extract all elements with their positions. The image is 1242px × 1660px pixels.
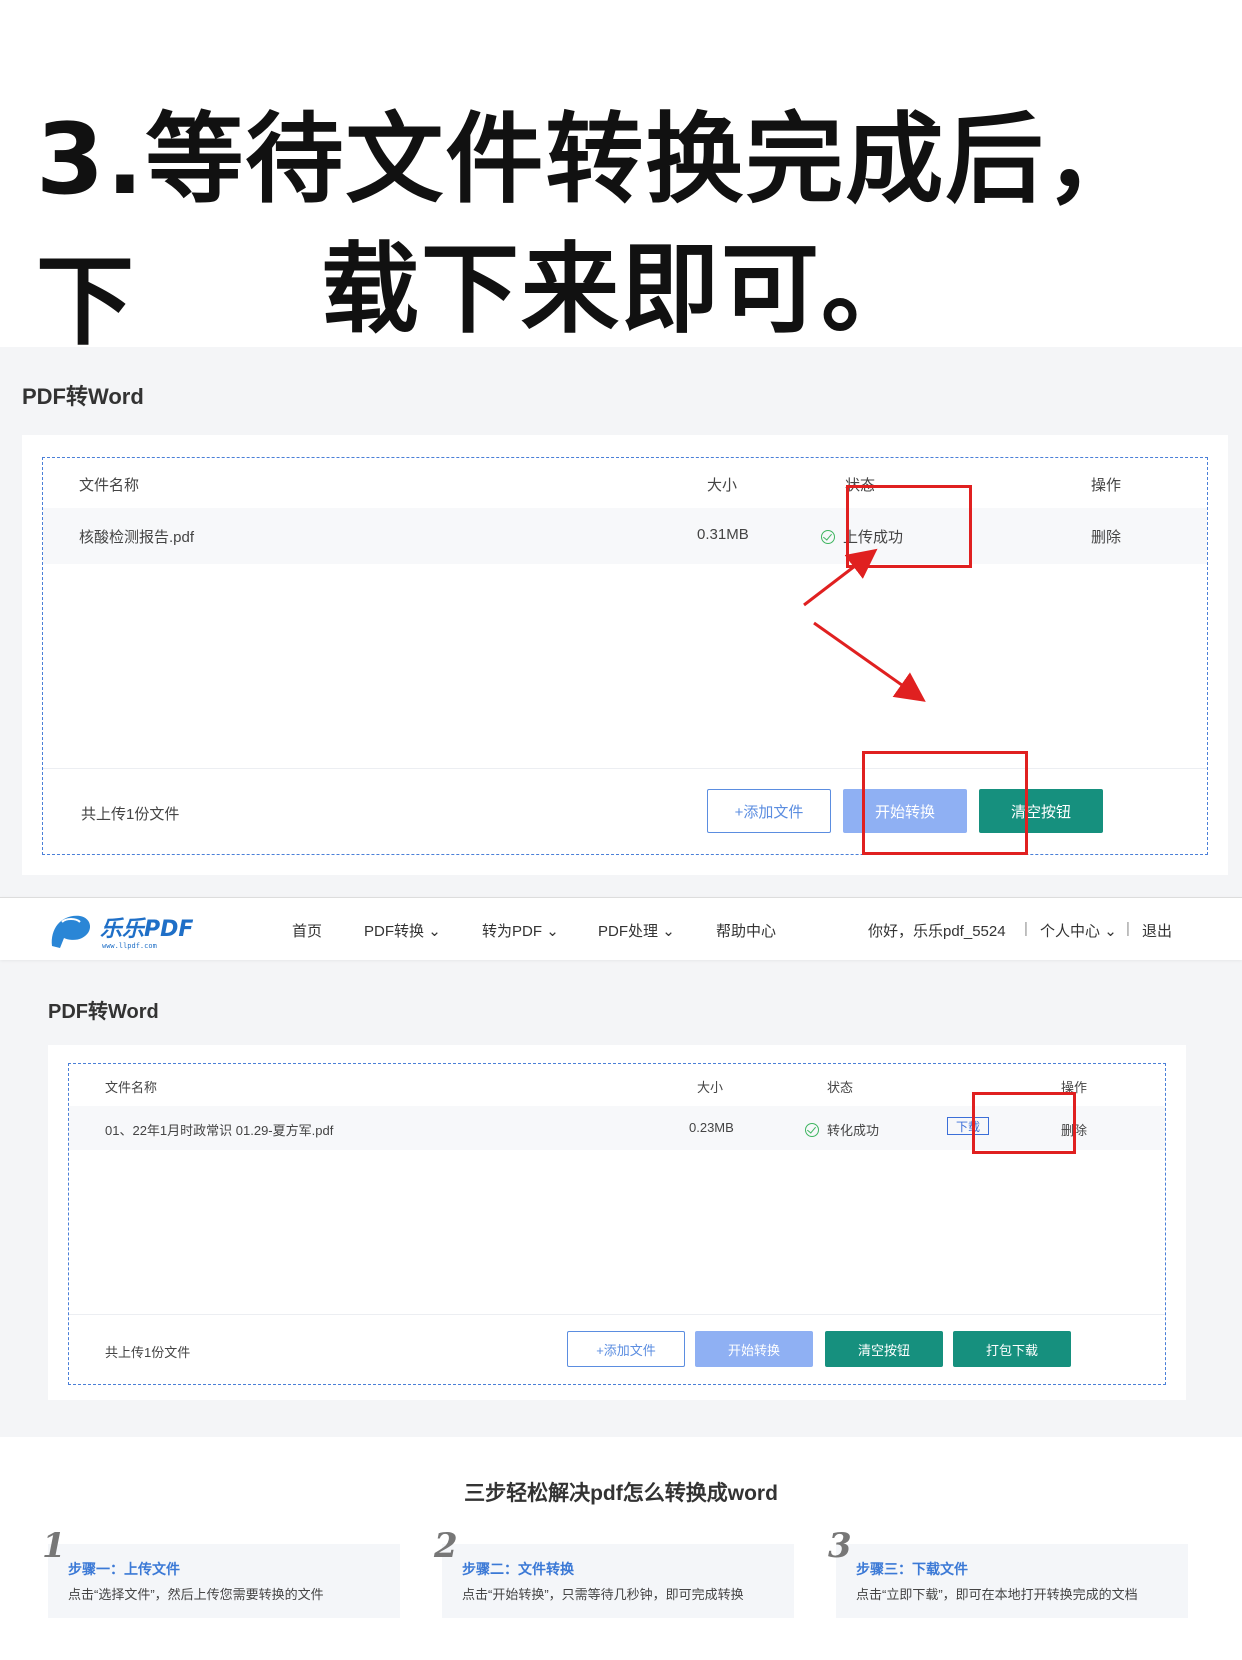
panel-footer: 共上传1份文件 +添加文件 开始转换 清空按钮 — [43, 768, 1207, 854]
site-logo[interactable]: 乐乐PDF www.llpdf.com — [48, 910, 198, 950]
panel-footer: 共上传1份文件 +添加文件 开始转换 清空按钮 打包下载 — [69, 1314, 1165, 1384]
step-card-1: 步骤一：上传文件 点击“选择文件”，然后上传您需要转换的文件 — [48, 1544, 400, 1618]
annotation-download-box — [972, 1092, 1076, 1154]
nav-help[interactable]: 帮助中心 — [716, 920, 776, 941]
logout-link[interactable]: 退出 — [1142, 920, 1172, 941]
step-heading: 步骤二：文件转换 — [462, 1561, 574, 1577]
annotation-start-box — [862, 751, 1028, 855]
column-status: 状态 — [827, 1080, 854, 1095]
file-dropzone[interactable]: 文件名称 大小 状态 操作 核酸检测报告.pdf 0.31MB 上传成功 删除 … — [42, 457, 1208, 855]
table-row: 核酸检测报告.pdf 0.31MB 上传成功 删除 — [43, 508, 1207, 564]
add-file-button[interactable]: +添加文件 — [567, 1331, 685, 1367]
svg-text:www.llpdf.com: www.llpdf.com — [102, 942, 157, 950]
delete-link[interactable]: 删除 — [1091, 526, 1121, 547]
step-heading: 步骤一：上传文件 — [68, 1561, 180, 1577]
page-title: PDF转Word — [22, 384, 144, 409]
chevron-down-icon: ⌄ — [662, 923, 675, 940]
file-name: 核酸检测报告.pdf — [79, 529, 195, 546]
check-circle-icon — [805, 1123, 819, 1137]
nav-divider: | — [1024, 920, 1028, 937]
step-number: 3 — [828, 1526, 852, 1566]
column-size: 大小 — [697, 1080, 724, 1095]
annotation-arrows — [803, 548, 926, 702]
table-header: 文件名称 大小 状态 操作 — [43, 458, 1207, 508]
file-size: 0.31MB — [697, 526, 749, 543]
chevron-down-icon: ⌄ — [1104, 923, 1117, 940]
user-center-menu[interactable]: 个人中心 ⌄ — [1040, 920, 1117, 941]
nav-home[interactable]: 首页 — [292, 920, 322, 941]
headline-line-2: 载下来即可。 — [320, 233, 921, 347]
steps-title: 三步轻松解决pdf怎么转换成word — [464, 1482, 778, 1505]
step-description: 点击“选择文件”，然后上传您需要转换的文件 — [68, 1587, 324, 1602]
svg-text:乐乐PDF: 乐乐PDF — [100, 917, 193, 942]
upload-count: 共上传1份文件 — [105, 1345, 191, 1360]
file-size: 0.23MB — [689, 1120, 734, 1135]
status-badge: 转化成功 — [805, 1120, 879, 1139]
page-title: PDF转Word — [48, 1001, 159, 1023]
step-card-2: 步骤二：文件转换 点击“开始转换”，只需等待几秒钟，即可完成转换 — [442, 1544, 794, 1618]
nav-to-pdf[interactable]: 转为PDF ⌄ — [482, 920, 559, 941]
nav-pdf-convert[interactable]: PDF转换 ⌄ — [364, 920, 441, 941]
add-file-button[interactable]: +添加文件 — [707, 789, 831, 833]
screenshot-upload-panel: PDF转Word 文件名称 大小 状态 操作 核酸检测报告.pdf 0.31MB… — [0, 347, 1242, 897]
nav-pdf-process[interactable]: PDF处理 ⌄ — [598, 920, 675, 941]
upload-count: 共上传1份文件 — [81, 806, 180, 823]
upload-panel: 文件名称 大小 状态 操作 核酸检测报告.pdf 0.31MB 上传成功 删除 … — [22, 435, 1228, 875]
headline: 3.等待文件转换完成后，下 载下来即可。 — [0, 0, 1242, 359]
column-file-name: 文件名称 — [105, 1080, 158, 1095]
top-navbar: 乐乐PDF www.llpdf.com 首页 PDF转换 ⌄ 转为PDF ⌄ P… — [0, 897, 1242, 960]
nav-divider: | — [1126, 920, 1130, 937]
clear-button[interactable]: 清空按钮 — [825, 1331, 943, 1367]
steps-section: 三步轻松解决pdf怎么转换成word 步骤一：上传文件 点击“选择文件”，然后上… — [0, 1437, 1242, 1660]
chevron-down-icon: ⌄ — [428, 923, 441, 940]
step-number: 2 — [434, 1526, 458, 1566]
step-number: 1 — [42, 1526, 66, 1566]
column-file-name: 文件名称 — [79, 477, 140, 494]
start-convert-button[interactable]: 开始转换 — [695, 1331, 813, 1367]
step-heading: 步骤三：下载文件 — [856, 1561, 968, 1577]
user-greeting: 你好，乐乐pdf_5524 — [868, 923, 1006, 940]
step-description: 点击“立即下载”，即可在本地打开转换完成的文档 — [856, 1587, 1138, 1602]
check-circle-icon — [821, 530, 835, 544]
screenshot-download-panel: 乐乐PDF www.llpdf.com 首页 PDF转换 ⌄ 转为PDF ⌄ P… — [0, 897, 1242, 1437]
chevron-down-icon: ⌄ — [546, 923, 559, 940]
pack-download-button[interactable]: 打包下载 — [953, 1331, 1071, 1367]
step-description: 点击“开始转换”，只需等待几秒钟，即可完成转换 — [462, 1587, 744, 1602]
column-size: 大小 — [707, 477, 738, 494]
step-card-3: 步骤三：下载文件 点击“立即下载”，即可在本地打开转换完成的文档 — [836, 1544, 1188, 1618]
column-action: 操作 — [1091, 477, 1122, 494]
file-name: 01、22年1月时政常识 01.29-夏方军.pdf — [105, 1123, 334, 1138]
